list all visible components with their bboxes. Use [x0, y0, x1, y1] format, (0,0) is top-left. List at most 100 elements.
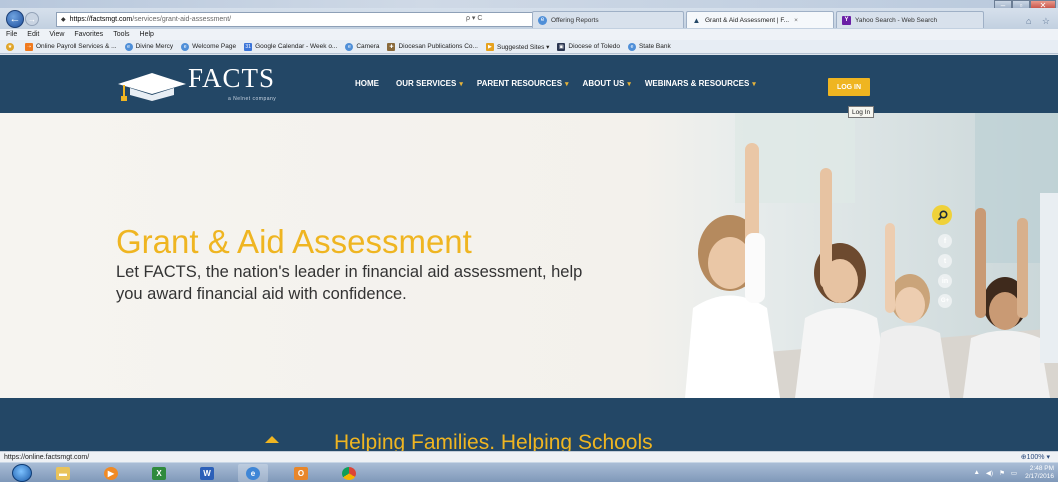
band-title: Helping Families. Helping Schools: [334, 431, 653, 451]
bottom-band: Helping Families. Helping Schools: [0, 398, 1058, 451]
status-bar: https://online.factsmgt.com/ ⊕100% ▾: [0, 451, 1058, 462]
nav-about-us[interactable]: ABOUT US ▾: [583, 79, 631, 88]
folder-icon: ▬: [56, 466, 70, 480]
back-arrow-icon: ←: [9, 13, 21, 25]
menu-view[interactable]: View: [49, 31, 64, 38]
tab-label: Grant & Aid Assessment | F...: [705, 16, 790, 24]
taskbar-internet-explorer[interactable]: e: [238, 464, 268, 482]
login-button[interactable]: LOG IN: [828, 78, 870, 96]
favorites-star-icon[interactable]: ★: [6, 42, 17, 51]
nav-our-services[interactable]: OUR SERVICES ▾: [396, 79, 463, 88]
tab-label: Offering Reports: [551, 16, 599, 24]
ie-page-icon: e: [538, 15, 547, 25]
nav-home[interactable]: HOME: [355, 79, 382, 88]
taskbar-outlook[interactable]: O: [286, 464, 316, 482]
menu-edit[interactable]: Edit: [27, 31, 39, 38]
site-header: FACTS a Nelnet company HOME OUR SERVICES…: [0, 55, 1058, 113]
forward-arrow-icon: →: [28, 14, 36, 24]
address-path: /services/grant-aid-assessment/: [132, 16, 232, 23]
hero-lead: Let FACTS, the nation's leader in financ…: [116, 263, 583, 303]
graduation-cap-icon: [118, 73, 186, 101]
taskbar-word[interactable]: W: [192, 464, 222, 482]
google-plus-icon[interactable]: G+: [938, 294, 952, 308]
tab-close-icon[interactable]: ×: [794, 17, 798, 24]
zoom-level[interactable]: ⊕100% ▾: [1021, 453, 1050, 461]
nav-parent-resources[interactable]: PARENT RESOURCES ▾: [477, 79, 569, 88]
menu-tools[interactable]: Tools: [113, 31, 129, 38]
fav-diocesan-publications[interactable]: ✚ Diocesan Publications Co...: [387, 42, 478, 51]
network-icon[interactable]: ▭: [1011, 469, 1017, 477]
taskbar-chrome[interactable]: [334, 464, 364, 482]
tab-grant-aid[interactable]: ▲ Grant & Aid Assessment | F... ×: [686, 11, 834, 28]
window-titlebar: [0, 0, 1058, 8]
media-play-icon: ▶: [104, 466, 118, 480]
taskbar-media-player[interactable]: ▶: [96, 464, 126, 482]
calendar-icon: 31: [244, 42, 253, 51]
address-host: https://factsmgt.com: [69, 16, 133, 23]
tray-arrow-icon[interactable]: ▲: [973, 469, 979, 476]
hero-photo-classroom: [645, 113, 1058, 398]
excel-icon: X: [152, 466, 166, 480]
fav-suggested-sites[interactable]: ▶ Suggested Sites ▾: [485, 42, 549, 51]
fav-google-calendar[interactable]: 31 Google Calendar - Week o...: [244, 42, 337, 51]
menu-file[interactable]: File: [6, 31, 17, 38]
fav-camera[interactable]: e Camera: [345, 42, 379, 51]
nav-webinars-resources[interactable]: WEBINARS & RESOURCES ▾: [645, 79, 756, 88]
menu-favorites[interactable]: Favorites: [74, 31, 103, 38]
fav-diocese-toledo[interactable]: ▣ Diocese of Toledo: [557, 42, 620, 51]
search-icon: [937, 209, 948, 220]
tab-yahoo-search[interactable]: Y Yahoo Search - Web Search: [836, 11, 984, 28]
chevron-down-icon: ▾: [752, 81, 756, 88]
yahoo-icon: Y: [842, 15, 851, 25]
taskbar-explorer[interactable]: ▬: [48, 464, 78, 482]
favorites-bar: ★ ➝ Online Payroll Services & ... e Divine…: [0, 40, 1058, 54]
chevron-down-icon: ▾: [459, 81, 463, 88]
clock-date: 2/17/2016: [1025, 472, 1054, 480]
payroll-icon: ➝: [25, 42, 33, 51]
site-nav-links: HOME OUR SERVICES ▾ PARENT RESOURCES ▾ ABO…: [355, 79, 770, 88]
word-icon: W: [200, 466, 214, 480]
clock[interactable]: 2:48 PM 2/17/2016: [1025, 465, 1054, 480]
chrome-icon: [342, 466, 356, 480]
logo-text: FACTS: [188, 63, 276, 93]
tab-offering-reports[interactable]: e Offering Reports: [532, 11, 684, 28]
menu-help[interactable]: Help: [140, 31, 154, 38]
fav-online-payroll[interactable]: ➝ Online Payroll Services & ...: [25, 42, 117, 51]
suggested-sites-icon: ▶: [485, 42, 494, 51]
fav-divine-mercy[interactable]: e Divine Mercy: [124, 42, 173, 51]
tab-label: Yahoo Search - Web Search: [855, 16, 938, 24]
status-url: https://online.factsmgt.com/: [4, 453, 90, 461]
ie-page-icon: e: [124, 42, 133, 51]
volume-icon[interactable]: ◀): [986, 469, 993, 477]
hero-title: Grant & Aid Assessment: [116, 223, 472, 260]
login-tooltip: Log In: [848, 106, 875, 118]
ie-page-icon: e: [345, 42, 354, 51]
ie-page-icon: e: [181, 42, 190, 51]
scroll-up-arrow-icon[interactable]: [265, 436, 279, 443]
linkedin-icon[interactable]: in: [938, 274, 952, 288]
facebook-icon[interactable]: f: [938, 234, 952, 248]
diocese-icon: ▣: [557, 42, 566, 51]
ie-icon: e: [246, 466, 260, 480]
facts-logo[interactable]: FACTS a Nelnet company: [116, 61, 306, 107]
facts-cap-icon: ▲: [692, 15, 701, 25]
cross-icon: ✚: [387, 42, 396, 51]
taskbar-excel[interactable]: X: [144, 464, 174, 482]
web-page: FACTS a Nelnet company HOME OUR SERVICES…: [0, 55, 1058, 451]
home-favorites-icons[interactable]: ⌂ ☆: [1026, 16, 1054, 27]
address-row: ← → ◆ https://factsmgt.com /services/gra…: [0, 8, 1058, 29]
twitter-icon[interactable]: t: [938, 254, 952, 268]
lock-icon: ◆: [61, 17, 66, 23]
address-tools[interactable]: ρ ▾ C: [466, 14, 482, 22]
windows-taskbar: ▬ ▶ X W e O ▲ ◀) ⚑ ▭ 2:48 PM 2/17/2016: [0, 462, 1058, 482]
ie-page-icon: e: [627, 42, 636, 51]
start-button[interactable]: [12, 464, 32, 482]
menu-bar: File Edit View Favorites Tools Help: [0, 29, 1058, 40]
site-search-button[interactable]: [932, 205, 952, 225]
forward-button[interactable]: →: [25, 12, 39, 26]
fav-welcome-page[interactable]: e Welcome Page: [181, 42, 236, 51]
fav-state-bank[interactable]: e State Bank: [627, 42, 671, 51]
back-button[interactable]: ←: [6, 10, 24, 28]
flag-icon[interactable]: ⚑: [999, 469, 1005, 477]
chevron-down-icon: ▾: [627, 81, 631, 88]
